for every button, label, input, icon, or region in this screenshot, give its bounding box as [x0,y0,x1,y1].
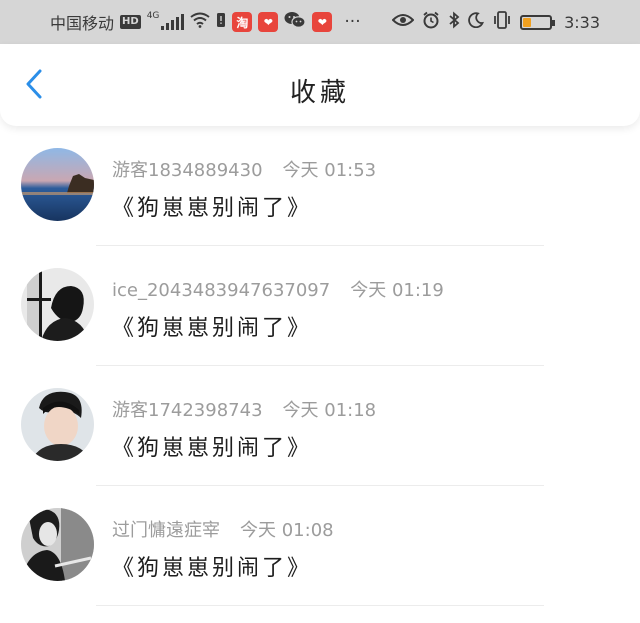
username: 游客1834889430 [112,160,263,181]
book-title[interactable]: 《狗崽崽别闹了》 [112,550,312,582]
favorites-list: 游客1834889430 今天 01:53 《狗崽崽别闹了》 ice_20434… [0,126,640,606]
vibrate-icon [492,11,512,33]
alarm-icon [422,11,440,33]
network-type-label: 4G [146,11,160,21]
wechat-icon [284,11,306,33]
book-title[interactable]: 《狗崽崽别闹了》 [112,310,312,342]
moon-icon [468,12,485,32]
nav-header: 收藏 [0,44,640,126]
avatar[interactable] [21,268,94,341]
username: 游客1742398743 [112,400,263,421]
favorite-item[interactable]: 过门慵遠症宰 今天 01:08 《狗崽崽别闹了》 [0,486,640,606]
timestamp: 今天 01:18 [282,400,377,421]
book-title[interactable]: 《狗崽崽别闹了》 [112,430,312,462]
timestamp: 今天 01:53 [282,160,377,181]
signal-strength-icon [161,14,185,30]
sim-alert-icon [216,12,226,32]
username: ice_2043483947637097 [112,280,331,301]
timestamp: 今天 01:08 [240,520,334,541]
status-bar: 中国移动 HD 4G 淘 ❤ ❤ ··· 3:33 [0,0,640,44]
timestamp: 今天 01:19 [350,280,444,301]
page-title: 收藏 [289,78,350,108]
heart-app-icon: ❤ [258,12,279,32]
taobao-app-icon: 淘 [232,12,253,32]
wifi-icon [190,12,211,32]
book-title[interactable]: 《狗崽崽别闹了》 [112,190,312,222]
eye-icon [391,13,415,31]
avatar[interactable] [21,388,94,461]
item-meta: 游客1742398743 今天 01:18 [112,396,376,422]
item-meta: 游客1834889430 今天 01:53 [112,156,376,182]
battery-level-fill [523,17,531,27]
hd-badge: HD [120,15,141,29]
status-bar-right: 3:33 [391,0,600,44]
avatar[interactable] [21,148,94,221]
favorite-item[interactable]: ice_2043483947637097 今天 01:19 《狗崽崽别闹了》 [0,246,640,366]
heart-app-icon-2: ❤ [312,12,333,32]
item-meta: ice_2043483947637097 今天 01:19 [112,276,444,302]
divider [96,605,544,606]
bluetooth-icon [448,11,460,33]
username: 过门慵遠症宰 [112,520,220,541]
avatar[interactable] [21,508,94,581]
status-bar-left: 中国移动 HD 4G 淘 ❤ ❤ ··· [50,0,361,44]
battery-icon [520,14,556,30]
favorite-item[interactable]: 游客1834889430 今天 01:53 《狗崽崽别闹了》 [0,126,640,246]
carrier-label: 中国移动 [50,14,115,33]
status-time: 3:33 [564,12,600,32]
favorite-item[interactable]: 游客1742398743 今天 01:18 《狗崽崽别闹了》 [0,366,640,486]
more-notifications-icon: ··· [344,11,361,32]
item-meta: 过门慵遠症宰 今天 01:08 [112,516,334,542]
